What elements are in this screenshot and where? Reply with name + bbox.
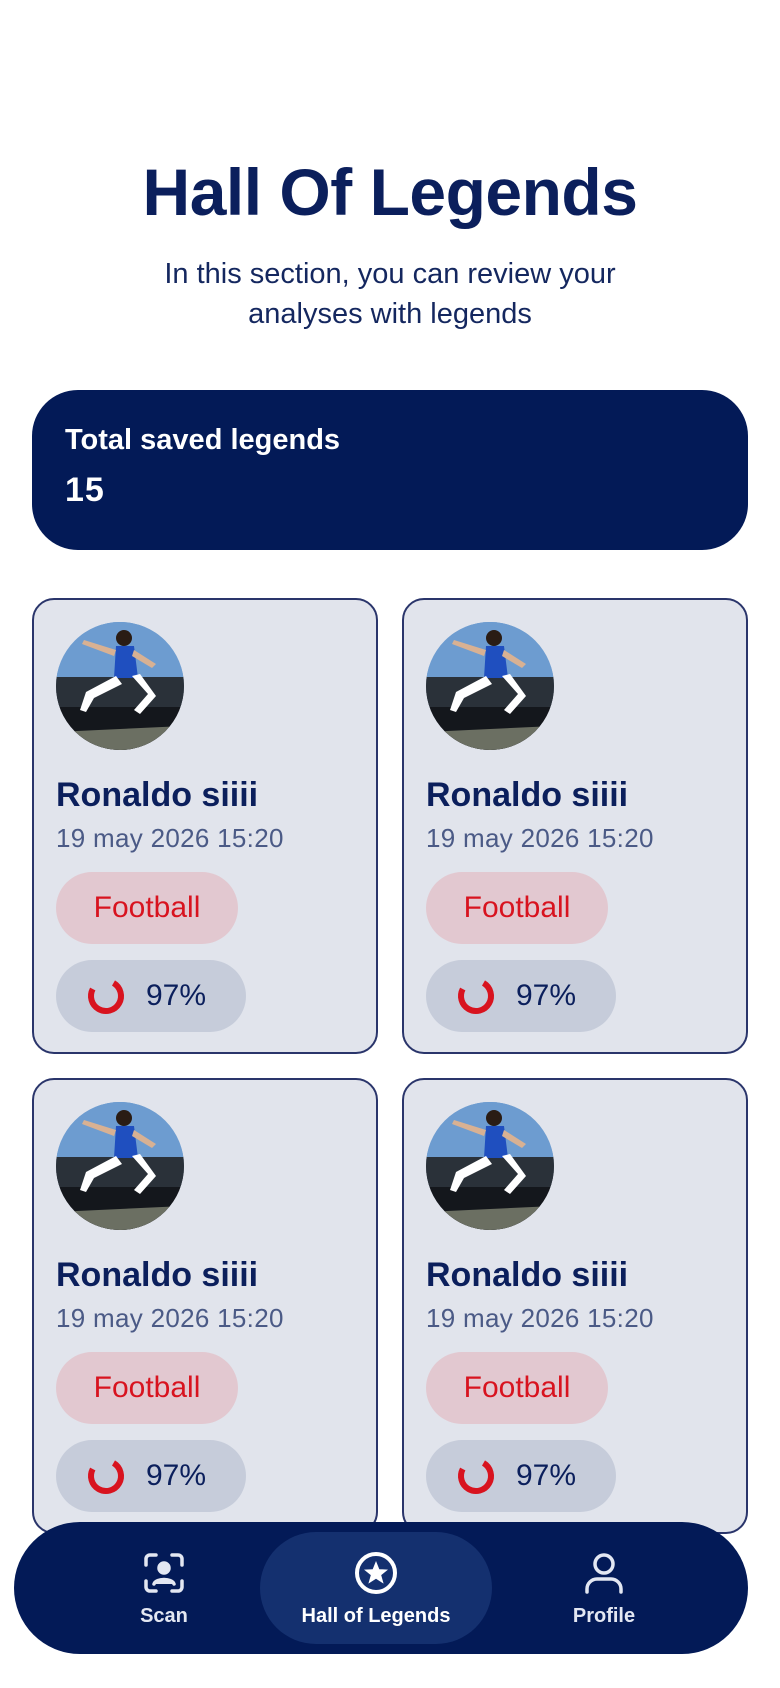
match-score-pill: 97% [426, 960, 616, 1032]
sport-tag-label: Football [463, 891, 571, 924]
sport-tag: Football [426, 1352, 608, 1424]
total-saved-card: Total saved legends 15 [32, 390, 748, 550]
legend-name: Ronaldo siiii [56, 1256, 259, 1294]
page-title: Hall Of Legends [142, 155, 638, 229]
nav-label-scan: Scan [140, 1604, 188, 1627]
match-score-value: 97% [146, 979, 207, 1012]
page-header: Hall Of Legends In this section, you can… [0, 150, 780, 334]
match-score-value: 97% [516, 1459, 577, 1492]
bottom-nav-bar: Scan Hall of Legends Profile [14, 1522, 748, 1654]
star-circle-icon [355, 1551, 397, 1594]
legend-avatar [426, 622, 554, 750]
scan-face-icon [144, 1552, 184, 1593]
sport-tag: Football [56, 872, 238, 944]
match-score-value: 97% [146, 1459, 207, 1492]
legend-card[interactable]: Ronaldo siiii 19 may 2026 15:20 Football… [32, 1078, 378, 1534]
sport-tag: Football [56, 1352, 238, 1424]
progress-ring-icon [88, 978, 124, 1014]
nav-item-scan[interactable]: Scan [74, 1522, 254, 1654]
nav-item-hall-of-legends[interactable]: Hall of Legends [260, 1532, 492, 1644]
nav-label-profile: Profile [572, 1604, 636, 1627]
legend-card[interactable]: Ronaldo siiii 19 may 2026 15:20 Football… [402, 1078, 748, 1534]
nav-item-profile[interactable]: Profile [514, 1522, 694, 1654]
legend-date: 19 may 2026 15:20 [56, 1303, 284, 1333]
progress-ring-icon [458, 1458, 494, 1494]
legend-avatar [426, 1102, 554, 1230]
legend-card[interactable]: Ronaldo siiii 19 may 2026 15:20 Football… [402, 598, 748, 1054]
legend-avatar [56, 622, 184, 750]
legend-card[interactable]: Ronaldo siiii 19 may 2026 15:20 Football… [32, 598, 378, 1054]
total-saved-label: Total saved legends [65, 424, 341, 456]
total-saved-value: 15 [65, 471, 105, 509]
progress-ring-icon [458, 978, 494, 1014]
sport-tag-label: Football [93, 891, 201, 924]
user-icon [585, 1552, 623, 1594]
legend-date: 19 may 2026 15:20 [426, 1303, 654, 1333]
match-score-pill: 97% [426, 1440, 616, 1512]
match-score-pill: 97% [56, 960, 246, 1032]
legend-date: 19 may 2026 15:20 [426, 823, 654, 853]
sport-tag-label: Football [93, 1371, 201, 1404]
progress-ring-icon [88, 1458, 124, 1494]
legend-name: Ronaldo siiii [56, 776, 259, 814]
match-score-pill: 97% [56, 1440, 246, 1512]
legend-date: 19 may 2026 15:20 [56, 823, 284, 853]
page-subtitle: In this section, you can review your ana… [164, 258, 616, 330]
match-score-value: 97% [516, 979, 577, 1012]
legend-name: Ronaldo siiii [426, 1256, 629, 1294]
legend-avatar [56, 1102, 184, 1230]
nav-label-hall-of-legends: Hall of Legends [301, 1604, 451, 1627]
sport-tag: Football [426, 872, 608, 944]
sport-tag-label: Football [463, 1371, 571, 1404]
legend-name: Ronaldo siiii [426, 776, 629, 814]
